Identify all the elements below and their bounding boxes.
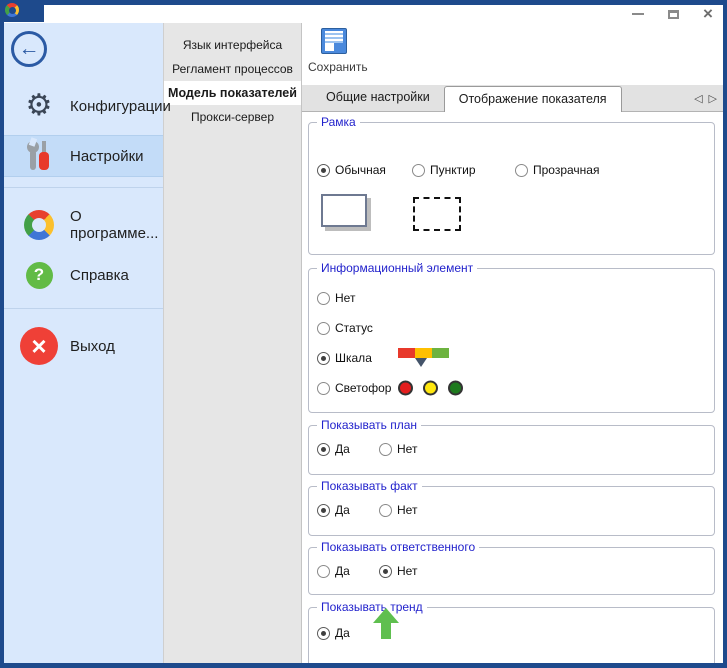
group-frame: Рамка Обычная Пунктир Прозрачная xyxy=(308,122,715,255)
radio-info-scale[interactable]: Шкала xyxy=(309,343,714,373)
radio-frame-transparent[interactable]: Прозрачная xyxy=(515,163,599,177)
sidebar-item-label: Выход xyxy=(70,338,115,355)
group-show-responsible-title: Показывать ответственного xyxy=(317,540,479,554)
radio-icon xyxy=(317,565,330,578)
settings-menu: Язык интерфейса Регламент процессов Моде… xyxy=(163,23,302,663)
radio-frame-dotted[interactable]: Пунктир xyxy=(412,163,515,177)
radio-trend-no[interactable]: Нет xyxy=(309,662,714,663)
radio-icon xyxy=(317,352,330,365)
radio-frame-normal[interactable]: Обычная xyxy=(317,163,412,177)
toolbar: Сохранить xyxy=(302,23,723,85)
radio-info-trafficlight[interactable]: Светофор xyxy=(309,373,714,403)
menu-item-process-regulation[interactable]: Регламент процессов xyxy=(164,57,301,81)
save-floppy-icon xyxy=(321,28,347,54)
group-show-fact-title: Показывать факт xyxy=(317,479,422,493)
tab-strip: Общие настройки Отображение показателя ◁… xyxy=(302,85,723,112)
sidebar-item-label: Конфигурации xyxy=(70,98,171,115)
radio-icon xyxy=(379,565,392,578)
menu-item-indicator-model[interactable]: Модель показателей xyxy=(164,81,301,105)
minimize-icon xyxy=(632,13,644,15)
save-button[interactable]: Сохранить xyxy=(308,28,378,74)
menu-item-interface-language[interactable]: Язык интерфейса xyxy=(164,33,301,57)
radio-icon xyxy=(515,164,528,177)
radio-icon xyxy=(317,322,330,335)
app-logo-patch xyxy=(0,0,44,22)
group-frame-title: Рамка xyxy=(317,115,360,129)
group-show-plan: Показывать план Да Нет xyxy=(308,425,715,475)
radio-fact-yes[interactable]: Да xyxy=(317,503,379,517)
about-ring-icon xyxy=(20,210,58,240)
tab-scroll-left-icon[interactable]: ◁ xyxy=(694,92,702,105)
radio-fact-no[interactable]: Нет xyxy=(379,503,417,517)
gear-icon: ⚙ xyxy=(20,91,58,121)
tab-general-settings[interactable]: Общие настройки xyxy=(312,84,444,111)
title-bar: × xyxy=(4,5,723,23)
tab-scroll-right-icon[interactable]: ▷ xyxy=(709,92,717,105)
tab-indicator-display[interactable]: Отображение показателя xyxy=(444,86,622,112)
app-logo-icon xyxy=(5,3,19,17)
back-arrow-icon: ← xyxy=(19,38,40,59)
sidebar-item-about[interactable]: О программе... xyxy=(4,202,163,248)
radio-responsible-no[interactable]: Нет xyxy=(379,564,417,578)
group-info-element: Информационный элемент Нет Статус Шкала xyxy=(308,268,715,413)
sidebar-item-label: О программе... xyxy=(70,208,163,242)
tab-content: Рамка Обычная Пунктир Прозрачная xyxy=(302,112,723,663)
sidebar: ← ⚙ Конфигурации Настройки О программе.. xyxy=(4,23,163,663)
radio-info-none[interactable]: Нет xyxy=(309,283,714,313)
radio-icon xyxy=(412,164,425,177)
radio-icon xyxy=(317,164,330,177)
maximize-icon xyxy=(668,10,679,19)
window-controls: × xyxy=(631,5,715,23)
save-button-label: Сохранить xyxy=(308,60,368,74)
radio-icon xyxy=(317,504,330,517)
radio-info-status[interactable]: Статус xyxy=(309,313,714,343)
radio-icon xyxy=(317,443,330,456)
help-icon: ? xyxy=(20,262,58,289)
sidebar-item-exit[interactable]: × Выход xyxy=(4,321,163,371)
radio-plan-no[interactable]: Нет xyxy=(379,442,417,456)
tab-scroll-arrows: ◁ ▷ xyxy=(694,85,717,112)
traffic-lights-icon xyxy=(398,381,463,396)
tools-icon xyxy=(20,141,58,171)
radio-icon xyxy=(379,504,392,517)
sidebar-item-settings[interactable]: Настройки xyxy=(4,135,163,177)
group-show-trend-title: Показывать тренд xyxy=(317,600,427,614)
close-button[interactable]: × xyxy=(701,7,715,21)
sidebar-item-help[interactable]: ? Справка xyxy=(4,254,163,296)
group-show-fact: Показывать факт Да Нет xyxy=(308,486,715,536)
main-panel: Сохранить Общие настройки Отображение по… xyxy=(302,23,723,663)
exit-icon: × xyxy=(20,327,58,365)
window-body: ← ⚙ Конфигурации Настройки О программе.. xyxy=(4,23,723,663)
group-show-responsible: Показывать ответственного Да Нет xyxy=(308,547,715,595)
sidebar-item-label: Настройки xyxy=(70,148,144,165)
back-button[interactable]: ← xyxy=(11,31,47,67)
radio-icon xyxy=(317,627,330,640)
radio-icon xyxy=(317,292,330,305)
group-info-element-title: Информационный элемент xyxy=(317,261,477,275)
maximize-button[interactable] xyxy=(666,7,680,21)
radio-responsible-yes[interactable]: Да xyxy=(317,564,379,578)
frame-preview-solid xyxy=(321,194,367,227)
group-show-trend: Показывать тренд Да Нет xyxy=(308,607,715,663)
group-show-plan-title: Показывать план xyxy=(317,418,421,432)
trend-up-arrow-icon xyxy=(373,608,399,642)
frame-preview-dashed xyxy=(413,197,461,231)
radio-icon xyxy=(379,443,392,456)
sidebar-item-label: Справка xyxy=(70,267,129,284)
radio-trend-yes[interactable]: Да xyxy=(309,622,714,644)
sidebar-item-configurations[interactable]: ⚙ Конфигурации xyxy=(4,85,163,127)
radio-plan-yes[interactable]: Да xyxy=(317,442,379,456)
sidebar-divider xyxy=(4,308,163,309)
radio-icon xyxy=(317,382,330,395)
menu-item-proxy-server[interactable]: Прокси-сервер xyxy=(164,105,301,129)
sidebar-divider xyxy=(4,187,163,188)
app-window: × ← ⚙ Конфигурации Настройки xyxy=(0,0,727,668)
minimize-button[interactable] xyxy=(631,7,645,21)
